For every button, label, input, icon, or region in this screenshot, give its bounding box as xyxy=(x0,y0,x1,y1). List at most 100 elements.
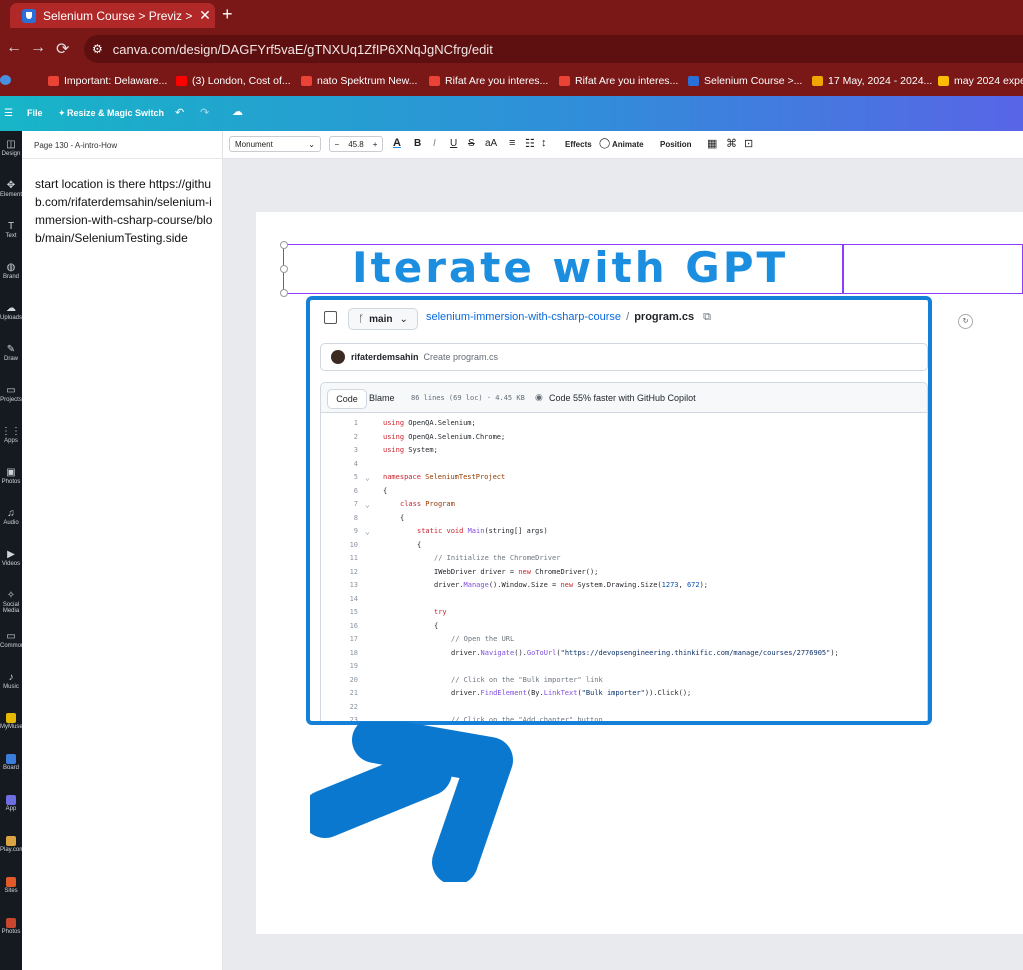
list-icon[interactable]: ☷ xyxy=(525,137,535,150)
underline-icon[interactable]: U xyxy=(450,138,457,149)
rail-item[interactable]: ▭ Projects xyxy=(0,385,22,403)
line-number[interactable]: 6 xyxy=(321,487,358,495)
rail-item[interactable]: ✥ Elements xyxy=(0,180,25,198)
rail-item[interactable]: ♫ Audio xyxy=(0,508,22,526)
rail-item[interactable]: Play.com xyxy=(0,836,24,853)
browser-tab-active[interactable]: Selenium Course > Previz > An ✕ xyxy=(10,3,215,28)
resize-handle[interactable] xyxy=(280,241,288,249)
line-number[interactable]: 10 xyxy=(321,541,358,549)
transparency-icon[interactable]: ▦ xyxy=(707,137,717,150)
rail-item[interactable]: Photos xyxy=(0,918,22,935)
rail-item[interactable]: Board xyxy=(0,754,22,771)
rail-item[interactable]: ▣ Photos xyxy=(0,467,22,485)
line-number[interactable]: 14 xyxy=(321,595,358,603)
bookmark-item[interactable]: Important: Delaware... xyxy=(48,75,167,87)
line-number[interactable]: 1 xyxy=(321,419,358,427)
reload-icon[interactable]: ⟳ xyxy=(56,39,69,59)
fold-chevron-icon[interactable]: ⌄ xyxy=(365,527,370,536)
back-icon[interactable]: ← xyxy=(6,39,22,57)
rail-item[interactable]: ♪ Music xyxy=(0,672,22,690)
line-number[interactable]: 12 xyxy=(321,568,358,576)
rail-item[interactable]: ◍ Brand xyxy=(0,262,22,280)
font-size-stepper[interactable]: − 45.8 + xyxy=(329,136,383,152)
italic-icon[interactable]: I xyxy=(433,138,436,149)
heading-text[interactable]: Iterate with GPT xyxy=(352,243,788,292)
branch-selector[interactable]: ᚴ main ⌄ xyxy=(348,308,418,330)
bookmark-item[interactable]: nato Spektrum New... xyxy=(301,75,417,87)
rail-item[interactable]: ▶ Videos xyxy=(0,549,22,567)
close-tab-icon[interactable]: ✕ xyxy=(195,7,215,24)
avatar[interactable] xyxy=(331,350,345,364)
strikethrough-icon[interactable]: S xyxy=(468,138,475,149)
resize-handle[interactable] xyxy=(280,265,288,273)
heading-textbox[interactable]: Iterate with GPT xyxy=(280,241,1023,297)
blame-tab[interactable]: Blame xyxy=(369,393,395,403)
line-number[interactable]: 21 xyxy=(321,689,358,697)
bold-icon[interactable]: B xyxy=(414,138,421,149)
line-number[interactable]: 13 xyxy=(321,581,358,589)
fold-chevron-icon[interactable]: ⌄ xyxy=(365,500,370,509)
line-number[interactable]: 7 xyxy=(321,500,358,508)
resize-button[interactable]: Resize & Magic Switch xyxy=(67,108,164,118)
rail-item[interactable]: ◫ Design xyxy=(0,139,22,157)
font-size-value[interactable]: 45.8 xyxy=(348,140,364,149)
line-number[interactable]: 16 xyxy=(321,622,358,630)
rail-item[interactable]: App xyxy=(0,795,22,812)
rail-item[interactable]: ⋮⋮ Apps xyxy=(0,426,22,444)
animate-button[interactable]: Animate xyxy=(612,140,644,149)
rail-item[interactable]: ☁ Uploads xyxy=(0,303,22,321)
text-color-icon[interactable]: A xyxy=(393,137,401,149)
line-number[interactable]: 17 xyxy=(321,635,358,643)
commit-message[interactable]: Create program.cs xyxy=(424,352,499,362)
line-number[interactable]: 15 xyxy=(321,608,358,616)
file-menu[interactable]: File xyxy=(27,108,43,118)
redo-icon[interactable]: ↷ xyxy=(200,106,209,119)
lock-icon[interactable]: ⊡ xyxy=(744,137,753,150)
line-number[interactable]: 8 xyxy=(321,514,358,522)
notes-text[interactable]: start location is there https://github.c… xyxy=(35,175,215,247)
address-bar[interactable]: ⚙ canva.com/design/DAGFYrf5vaE/gTNXUq1Zf… xyxy=(84,35,1023,63)
rail-item[interactable]: MyMuse xyxy=(0,713,23,730)
bookmark-item[interactable]: (3) London, Cost of... xyxy=(176,75,291,87)
line-number[interactable]: 3 xyxy=(321,446,358,454)
bookmark-item[interactable]: Rifat Are you interes... xyxy=(429,75,548,87)
commit-author[interactable]: rifaterdemsahin xyxy=(351,352,419,362)
line-number[interactable]: 22 xyxy=(321,703,358,711)
sidebar-toggle-icon[interactable] xyxy=(324,311,337,324)
copy-path-icon[interactable]: ⧉ xyxy=(703,311,711,323)
repo-link[interactable]: selenium-immersion-with-csharp-course xyxy=(426,311,621,323)
bookmark-item[interactable]: may 2024 exper xyxy=(938,75,1023,87)
bookmark-apps-icon[interactable] xyxy=(0,75,16,85)
fold-chevron-icon[interactable]: ⌄ xyxy=(365,473,370,482)
line-number[interactable]: 5 xyxy=(321,473,358,481)
rail-item[interactable]: Sites xyxy=(0,877,22,894)
font-dropdown[interactable]: Monument ⌄ xyxy=(229,136,321,152)
bookmark-item[interactable]: Selenium Course >... xyxy=(688,75,802,87)
align-icon[interactable]: ≡ xyxy=(509,137,515,149)
new-tab-button[interactable]: + xyxy=(222,4,233,25)
position-button[interactable]: Position xyxy=(660,140,692,149)
rail-item[interactable]: T Text xyxy=(0,221,22,239)
rail-item[interactable]: ▭ Common xyxy=(0,631,24,649)
line-number[interactable]: 9 xyxy=(321,527,358,535)
bookmark-item[interactable]: Rifat Are you interes... xyxy=(559,75,678,87)
spacing-icon[interactable]: ↕ xyxy=(541,137,547,149)
line-number[interactable]: 4 xyxy=(321,460,358,468)
line-number[interactable]: 18 xyxy=(321,649,358,657)
line-number[interactable]: 2 xyxy=(321,433,358,441)
increase-size-button[interactable]: + xyxy=(373,140,378,149)
code-tab[interactable]: Code xyxy=(327,389,367,409)
rail-item[interactable]: ✧ Social Media xyxy=(0,590,22,614)
resize-handle[interactable] xyxy=(280,289,288,297)
line-number[interactable]: 11 xyxy=(321,554,358,562)
rail-item[interactable]: ✎ Draw xyxy=(0,344,22,362)
line-number[interactable]: 19 xyxy=(321,662,358,670)
menu-icon[interactable]: ☰ xyxy=(4,108,13,119)
decrease-size-button[interactable]: − xyxy=(335,140,340,149)
letter-case-icon[interactable]: aA xyxy=(485,138,497,149)
bookmark-item[interactable]: 17 May, 2024 - 2024... xyxy=(812,75,932,87)
paint-roller-icon[interactable]: ⌘ xyxy=(726,137,737,150)
effects-button[interactable]: Effects xyxy=(565,140,592,149)
rotate-icon[interactable]: ↻ xyxy=(958,314,973,329)
undo-icon[interactable]: ↶ xyxy=(175,106,184,119)
